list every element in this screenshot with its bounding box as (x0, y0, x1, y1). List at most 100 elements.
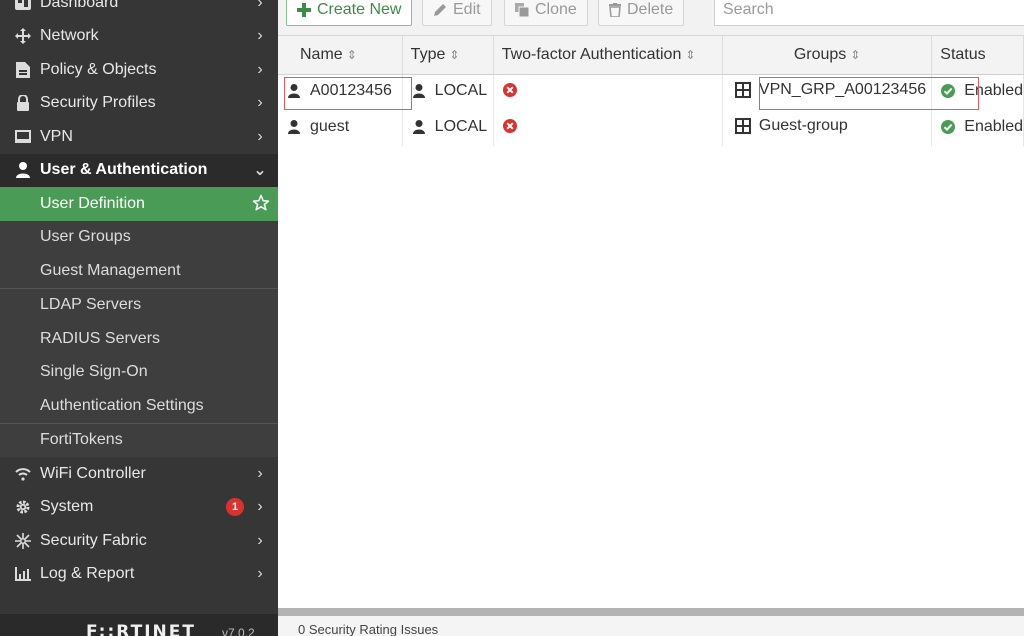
sidebar-subitem-guest-management[interactable]: Guest Management (0, 254, 278, 288)
sidebar-footer: F::RTINET v7.0.2 (0, 614, 278, 636)
user-icon (411, 119, 427, 135)
column-header-type[interactable]: Type ⇕ (402, 36, 494, 75)
cell-two-factor (493, 110, 723, 146)
table-row[interactable]: A00123456 LOCAL VPN_GRP_A00123456 Enable… (278, 74, 1024, 110)
column-header-label: Name (300, 45, 343, 63)
sidebar-item-log-report[interactable]: Log & Report › (0, 558, 278, 592)
sidebar-item-label: Security Profiles (40, 94, 156, 112)
user-icon (411, 83, 427, 99)
sidebar-subitem-label: User Groups (40, 228, 131, 246)
fortinet-logo: F::RTINET (86, 622, 196, 636)
chart-icon (12, 565, 34, 583)
sort-icon: ⇕ (685, 47, 696, 62)
user-icon (286, 83, 302, 99)
chevron-right-icon: › (257, 565, 263, 583)
edit-label: Edit (453, 1, 481, 18)
sidebar-subitem-user-groups[interactable]: User Groups (0, 220, 278, 254)
sidebar-item-wifi-controller[interactable]: WiFi Controller › (0, 457, 278, 491)
dashboard-icon (12, 0, 34, 12)
column-header-status[interactable]: Status (931, 36, 1024, 75)
column-header-groups[interactable]: Groups ⇕ (722, 36, 933, 75)
edit-button[interactable]: Edit (422, 0, 492, 26)
column-header-label: Status (940, 45, 986, 63)
sidebar-subitem-authentication-settings[interactable]: Authentication Settings (0, 389, 278, 423)
sidebar-subitem-label: LDAP Servers (40, 296, 142, 314)
sidebar-subitem-label: Authentication Settings (40, 396, 204, 414)
sidebar-item-label: Log & Report (40, 565, 135, 583)
search-input[interactable] (714, 0, 1024, 26)
sidebar-item-policy-objects[interactable]: Policy & Objects › (0, 53, 278, 87)
network-icon (12, 27, 34, 45)
sidebar-nav: Dashboard › Network › Policy & Objects ›… (0, 0, 278, 591)
cell-status: Enabled (931, 110, 1024, 146)
sidebar-subitem-fortitokens[interactable]: FortiTokens (0, 423, 278, 457)
create-new-label: Create New (317, 1, 402, 18)
chevron-right-icon: › (257, 531, 263, 549)
column-header-label: Type (410, 45, 446, 63)
user-name: guest (310, 117, 350, 135)
sidebar-subitem-label: Guest Management (40, 261, 181, 279)
sidebar-subitem-single-sign-on[interactable]: Single Sign-On (0, 355, 278, 389)
sidebar-subitem-label: FortiTokens (40, 431, 123, 449)
plus-icon (297, 3, 311, 17)
wifi-icon (12, 465, 34, 483)
chevron-right-icon: › (257, 27, 263, 45)
sort-icon: ⇕ (449, 47, 460, 62)
sidebar-item-label: Dashboard (40, 0, 119, 11)
sidebar-item-user-authentication[interactable]: User & Authentication ⌄ (0, 153, 278, 187)
user-group: Guest-group (758, 117, 848, 134)
sidebar-subitem-radius-servers[interactable]: RADIUS Servers (0, 322, 278, 356)
lock-icon (12, 94, 34, 112)
clone-button[interactable]: Clone (504, 0, 588, 26)
cell-type: LOCAL (402, 110, 494, 146)
star-icon[interactable] (252, 194, 270, 212)
sidebar-subitem-ldap-servers[interactable]: LDAP Servers (0, 288, 278, 322)
column-header-label: Two-factor Authentication (501, 45, 682, 63)
disabled-x-icon (502, 82, 518, 98)
table-row[interactable]: guest LOCAL Guest-group Enabled (278, 110, 1024, 146)
user-table: Name ⇕ Type ⇕ Two-factor Authentication ⇕ G… (278, 36, 1024, 146)
status-bar: 0 Security Rating Issues (278, 608, 1024, 636)
sidebar-subitem-user-definition[interactable]: User Definition (0, 187, 278, 221)
clone-icon (515, 3, 529, 17)
sidebar-item-label: User & Authentication (40, 161, 208, 179)
sidebar-subitem-label: User Definition (40, 194, 145, 212)
user-icon (12, 161, 34, 179)
trash-icon (609, 3, 621, 17)
sidebar-item-dashboard[interactable]: Dashboard › (0, 0, 278, 20)
chevron-right-icon: › (257, 498, 263, 516)
sort-icon: ⇕ (346, 47, 357, 62)
sidebar-subitem-label: RADIUS Servers (40, 329, 161, 347)
clone-label: Clone (535, 1, 577, 18)
security-rating-status[interactable]: 0 Security Rating Issues (298, 622, 438, 636)
sidebar-item-security-profiles[interactable]: Security Profiles › (0, 87, 278, 121)
pencil-icon (433, 3, 447, 17)
create-new-button[interactable]: Create New (286, 0, 413, 26)
user-status: Enabled (964, 117, 1023, 135)
sidebar-item-label: System (40, 498, 94, 516)
disabled-x-icon (502, 118, 518, 134)
user-type: LOCAL (434, 81, 488, 99)
chevron-right-icon: › (257, 60, 263, 78)
user-icon (286, 119, 302, 135)
sidebar-item-label: VPN (40, 127, 73, 145)
firmware-version: v7.0.2 (222, 626, 255, 636)
sidebar-item-vpn[interactable]: VPN › (0, 120, 278, 154)
sidebar-item-system[interactable]: System 1 › (0, 491, 278, 525)
group-icon (734, 82, 751, 99)
cell-type: LOCAL (402, 74, 494, 110)
sidebar-item-security-fabric[interactable]: Security Fabric › (0, 524, 278, 558)
policy-icon (12, 61, 34, 79)
sidebar-item-network[interactable]: Network › (0, 20, 278, 54)
delete-button[interactable]: Delete (598, 0, 685, 26)
user-status: Enabled (964, 81, 1023, 99)
user-type: LOCAL (434, 117, 488, 135)
fabric-icon (12, 532, 34, 550)
column-header-two-factor[interactable]: Two-factor Authentication ⇕ (493, 36, 723, 75)
cell-groups: VPN_GRP_A00123456 (722, 74, 933, 110)
sidebar-item-label: Policy & Objects (40, 60, 157, 78)
chevron-right-icon: › (257, 0, 263, 11)
column-header-name[interactable]: Name ⇕ (278, 36, 403, 75)
chevron-right-icon: › (257, 127, 263, 145)
sidebar-item-label: Network (40, 27, 99, 45)
